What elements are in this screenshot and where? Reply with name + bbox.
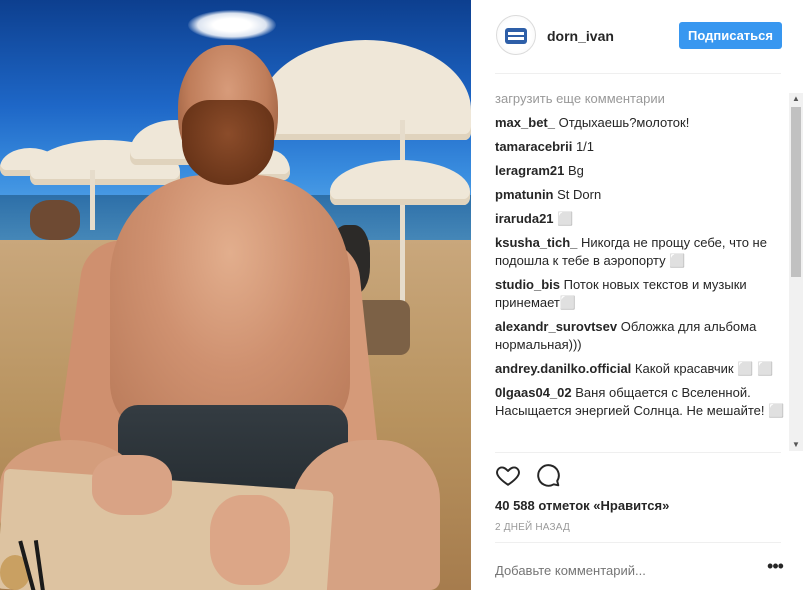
comment-username[interactable]: andrey.danilko.official <box>495 361 631 376</box>
post-photo[interactable] <box>0 0 471 590</box>
likes-count[interactable]: 40 588 отметок «Нравится» <box>495 498 669 513</box>
photo-background-person <box>30 200 80 240</box>
post-actions <box>495 462 615 492</box>
photo-hand-left <box>92 455 172 515</box>
avatar[interactable] <box>496 15 536 55</box>
post-header: dorn_ivan Подписаться <box>471 0 803 73</box>
like-button[interactable] <box>495 462 523 490</box>
comment-username[interactable]: pmatunin <box>495 187 554 202</box>
photo-umbrella <box>330 160 470 205</box>
comment-username[interactable]: leragram21 <box>495 163 564 178</box>
scrollbar-thumb[interactable] <box>791 107 801 277</box>
comment-text: ⬜ <box>557 211 574 226</box>
comment-button[interactable] <box>535 462 563 490</box>
photo-hand-right <box>210 495 290 585</box>
heart-icon <box>496 466 520 486</box>
comment-username[interactable]: tamaracebrii <box>495 139 572 154</box>
scroll-up-arrow-icon[interactable]: ▲ <box>789 93 803 105</box>
comment-item: leragram21 Bg <box>495 162 787 180</box>
divider <box>495 542 781 543</box>
comments-scrollbar[interactable]: ▲ ▼ <box>789 93 803 451</box>
divider <box>495 73 781 74</box>
username-link[interactable]: dorn_ivan <box>547 28 614 44</box>
scroll-down-arrow-icon[interactable]: ▼ <box>789 439 803 451</box>
comment-item: iraruda21 ⬜ <box>495 210 787 228</box>
divider <box>495 452 781 453</box>
comment-text: 1/1 <box>575 139 595 154</box>
add-comment-input[interactable] <box>495 560 745 580</box>
load-more-comments-link[interactable]: загрузить еще комментарии <box>495 90 787 108</box>
comment-item: alexandr_surovtsev Обложка для альбома н… <box>495 318 787 354</box>
comment-item: 0lgaas04_02 Ваня общается с Вселенной. Н… <box>495 384 787 420</box>
comment-item: pmatunin St Dorn <box>495 186 787 204</box>
comment-username[interactable]: studio_bis <box>495 277 560 292</box>
photo-torso <box>110 175 350 435</box>
photo-umbrella-pole <box>90 170 95 230</box>
comment-username[interactable]: 0lgaas04_02 <box>495 385 572 400</box>
comment-item: tamaracebrii 1/1 <box>495 138 787 156</box>
avatar-logo-icon <box>505 28 527 44</box>
comment-icon <box>537 464 560 487</box>
follow-button[interactable]: Подписаться <box>679 22 782 49</box>
comments-list: загрузить еще комментарии max_bet_ Отдых… <box>495 90 787 452</box>
photo-halo <box>188 10 276 40</box>
comment-username[interactable]: alexandr_surovtsev <box>495 319 617 334</box>
comment-item: ksusha_tich_ Никогда не прощу себе, что … <box>495 234 787 270</box>
comment-item: andrey.danilko.official Какой красавчик … <box>495 360 787 378</box>
comment-item: studio_bis Поток новых текстов и музыки … <box>495 276 787 312</box>
comment-text: Какой красавчик ⬜ ⬜ <box>634 361 774 376</box>
post-sidebar: dorn_ivan Подписаться загрузить еще комм… <box>471 0 803 590</box>
comment-text: Bg <box>568 163 584 178</box>
post-date: 2 ДНЕЙ НАЗАД <box>495 522 570 533</box>
comment-text: Отдыхаешь?молоток! <box>558 115 690 130</box>
comment-username[interactable]: ksusha_tich_ <box>495 235 577 250</box>
photo-umbrella <box>260 40 471 140</box>
comment-username[interactable]: max_bet_ <box>495 115 555 130</box>
comment-username[interactable]: iraruda21 <box>495 211 554 226</box>
comment-item: max_bet_ Отдыхаешь?молоток! <box>495 114 787 132</box>
comment-text: St Dorn <box>557 187 602 202</box>
photo-beard <box>182 100 274 185</box>
more-options-button[interactable]: ••• <box>763 557 787 580</box>
